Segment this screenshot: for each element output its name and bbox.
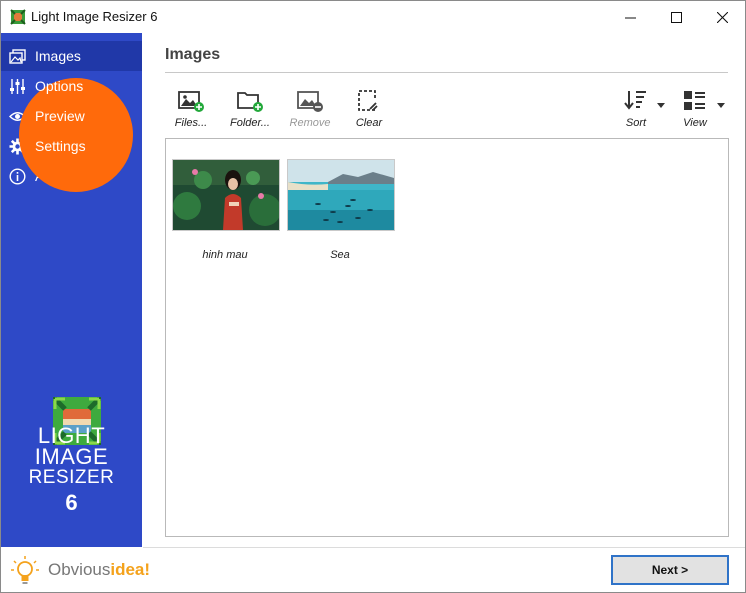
sidebar-item-label: Preview bbox=[35, 108, 85, 124]
brand-name-part1: Obvious bbox=[48, 560, 111, 579]
brand-banner[interactable]: Obviousidea! bbox=[1, 547, 150, 592]
minimize-icon bbox=[624, 17, 636, 18]
add-files-button[interactable]: Files... bbox=[166, 85, 216, 131]
remove-button[interactable]: Remove bbox=[285, 85, 335, 131]
logo-text-image: IMAGE bbox=[34, 444, 109, 469]
add-files-label: Files... bbox=[174, 117, 208, 129]
clear-label: Clear bbox=[355, 117, 383, 129]
main-panel: Images Files... Folder... Remove Clear S… bbox=[143, 33, 745, 547]
sort-dropdown-arrow-icon[interactable] bbox=[657, 103, 665, 108]
window-title: Light Image Resizer 6 bbox=[31, 9, 158, 24]
lightbulb-icon bbox=[11, 556, 39, 584]
close-button[interactable] bbox=[699, 1, 745, 33]
sort-icon bbox=[624, 91, 646, 110]
images-icon bbox=[9, 49, 26, 64]
sidebar-item-label: Options bbox=[35, 78, 84, 94]
sort-button[interactable]: Sort bbox=[611, 85, 661, 131]
sidebar: Images Options Preview Settings LIGHT IM… bbox=[1, 33, 142, 547]
remove-image-icon bbox=[297, 91, 323, 112]
sidebar-item-label: Images bbox=[35, 48, 81, 64]
title-bar: Light Image Resizer 6 bbox=[1, 1, 745, 33]
close-icon bbox=[716, 11, 728, 23]
page-title: Images bbox=[165, 46, 221, 63]
photo-sea bbox=[288, 160, 394, 230]
add-folder-label: Folder... bbox=[230, 117, 270, 129]
view-label: View bbox=[683, 117, 707, 129]
app-window: Light Image Resizer 6 Images Options Pre… bbox=[0, 0, 746, 593]
heading-divider bbox=[165, 72, 728, 73]
maximize-button[interactable] bbox=[653, 1, 699, 33]
image-caption: hinh mau bbox=[202, 249, 248, 261]
add-folder-button[interactable]: Folder... bbox=[225, 85, 275, 131]
maximize-icon bbox=[670, 11, 682, 23]
clear-icon bbox=[358, 90, 378, 111]
sort-label: Sort bbox=[625, 117, 647, 129]
sidebar-item-images[interactable]: Images bbox=[1, 41, 142, 71]
image-caption: Sea bbox=[330, 249, 350, 261]
image-thumbnail[interactable] bbox=[172, 159, 280, 231]
view-dropdown-arrow-icon[interactable] bbox=[717, 103, 725, 108]
brand-name-part2: idea! bbox=[110, 560, 151, 579]
sidebar-item-label: Settings bbox=[35, 138, 86, 154]
brand-name: Obviousidea! bbox=[48, 560, 150, 580]
highlight-circle bbox=[19, 78, 133, 192]
photo-woman-lotus bbox=[173, 160, 279, 230]
app-logo-icon bbox=[10, 9, 26, 25]
view-icon bbox=[684, 91, 705, 110]
sliders-icon bbox=[10, 79, 25, 94]
info-icon bbox=[9, 168, 26, 185]
add-image-icon bbox=[178, 91, 204, 112]
footer-divider bbox=[143, 547, 745, 548]
image-thumbnail[interactable] bbox=[287, 159, 395, 231]
logo-version-number: 6 bbox=[65, 490, 78, 515]
add-folder-icon bbox=[237, 92, 263, 112]
image-list-panel[interactable]: hinh mau Sea bbox=[165, 138, 729, 537]
next-button-label: Next > bbox=[651, 563, 689, 577]
logo-text-resizer: RESIZER bbox=[28, 467, 115, 488]
clear-button[interactable]: Clear bbox=[344, 85, 394, 131]
remove-label: Remove bbox=[289, 117, 331, 129]
next-button[interactable]: Next > bbox=[611, 555, 729, 585]
minimize-button[interactable] bbox=[607, 1, 653, 33]
view-button[interactable]: View bbox=[670, 85, 720, 131]
